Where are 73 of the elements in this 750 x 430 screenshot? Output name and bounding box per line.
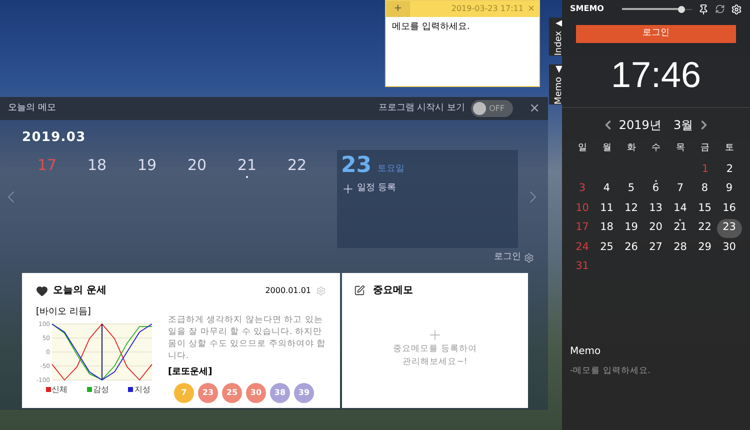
lotto-title: [로또운세] <box>168 366 214 379</box>
note-text: 메모를 입력하세요. <box>391 21 471 34</box>
calendar-day[interactable]: 15 <box>692 199 717 218</box>
weekday-header: 토 <box>724 142 736 155</box>
day-item[interactable]: 19 <box>122 154 172 178</box>
calendar-day[interactable]: 7 <box>668 180 692 199</box>
calendar-day[interactable]: 27 <box>644 238 668 258</box>
card-title: 오늘의 운세 <box>53 284 106 298</box>
calendar-day[interactable]: 18 <box>594 218 619 238</box>
calendar-day[interactable]: 12 <box>619 199 644 218</box>
calendar-day[interactable]: 30 <box>717 238 742 258</box>
legend-label: 지성 <box>134 384 150 396</box>
calendar-day[interactable]: 20 <box>644 218 668 238</box>
add-note-button[interactable]: + <box>386 1 410 17</box>
calendar-day[interactable]: 16 <box>717 199 742 218</box>
calendar-day[interactable]: 28 <box>668 238 692 258</box>
memo-title: Memo <box>570 345 602 360</box>
app-name: SMEMO <box>570 3 604 15</box>
calendar-day[interactable]: 6 <box>644 180 668 199</box>
calendar-day[interactable]: 5 <box>619 180 644 199</box>
edit-icon <box>354 285 365 296</box>
calendar-day[interactable]: 26 <box>619 238 644 258</box>
calendar-day[interactable]: 4 <box>594 180 619 199</box>
weekday-header: 화 <box>626 142 637 155</box>
startup-label: 프로그램 시작시 보기 <box>378 102 466 115</box>
close-button[interactable]: × <box>529 102 540 115</box>
side-tab[interactable]: Index ▶ <box>549 18 562 56</box>
calendar-day[interactable]: 8 <box>692 180 717 199</box>
calendar-day[interactable]: 9 <box>717 180 742 199</box>
weekday-header: 일 <box>576 142 588 155</box>
day-item[interactable]: 22 <box>272 154 322 178</box>
plus-icon <box>341 182 355 196</box>
biorhythm-title: [바이오 리듬] <box>36 306 92 319</box>
legend-label: 감성 <box>92 384 109 396</box>
day-item[interactable]: 18 <box>72 154 122 178</box>
opacity-slider[interactable] <box>622 6 692 12</box>
pin-icon[interactable] <box>698 4 709 14</box>
calendar-day[interactable]: 23 <box>717 218 742 238</box>
selected-date: 23 <box>341 152 372 180</box>
memo-input[interactable]: -메모를 입력하세요. <box>570 365 742 378</box>
calendar-day[interactable]: 2 <box>718 160 742 180</box>
refresh-icon[interactable] <box>715 4 725 14</box>
window-title: 오늘의 메모 <box>8 102 56 115</box>
calendar-day[interactable]: 13 <box>644 199 668 218</box>
day-item[interactable]: 21 <box>222 154 272 178</box>
year-label: 2019년 <box>618 117 662 134</box>
weekday-header: 금 <box>700 142 711 155</box>
login-link[interactable]: 로그인 <box>494 251 521 265</box>
login-button[interactable]: 로그인 <box>576 25 736 43</box>
calendar-day[interactable]: 19 <box>619 218 644 238</box>
month-label: 2019.03 <box>22 129 87 147</box>
clock-time: 17:46 <box>610 53 702 97</box>
heart-icon <box>36 284 48 296</box>
side-tab[interactable]: Memo ▲ <box>549 64 562 104</box>
fortune-text: 조급하게 생각하지 않는다면 하고 있는 일을 잘 마무리 할 수 있습니다. 하지만 몸이 상할 수도 있으므로 주의하여야 합니다. <box>168 314 326 362</box>
calendar-day[interactable]: 22 <box>692 218 717 238</box>
weekday-label: 토요일 <box>378 163 405 176</box>
day-item[interactable]: 20 <box>172 154 222 178</box>
legend-label: 신체 <box>52 384 68 396</box>
note-timestamp: 2019-03-23 17:11 <box>451 3 524 15</box>
calendar-day[interactable]: 25 <box>594 238 619 258</box>
weekday-header: 목 <box>675 142 686 155</box>
month-label: 3월 <box>673 117 694 134</box>
weekday-header: 월 <box>601 142 612 155</box>
weekday-header: 수 <box>650 142 662 155</box>
calendar-day[interactable]: 11 <box>594 199 619 218</box>
birth-date: 2000.01.01 <box>265 284 311 296</box>
calendar-day[interactable]: 21 <box>668 218 692 238</box>
empty-hint: 중요메모를 등록하여 관리해보세요~! <box>393 343 477 369</box>
calendar-day[interactable]: 29 <box>692 238 717 258</box>
calendar-day[interactable]: 14 <box>668 199 692 218</box>
add-schedule-button[interactable]: 일정 등록 <box>341 182 514 196</box>
card-title: 중요메모 <box>373 284 413 298</box>
